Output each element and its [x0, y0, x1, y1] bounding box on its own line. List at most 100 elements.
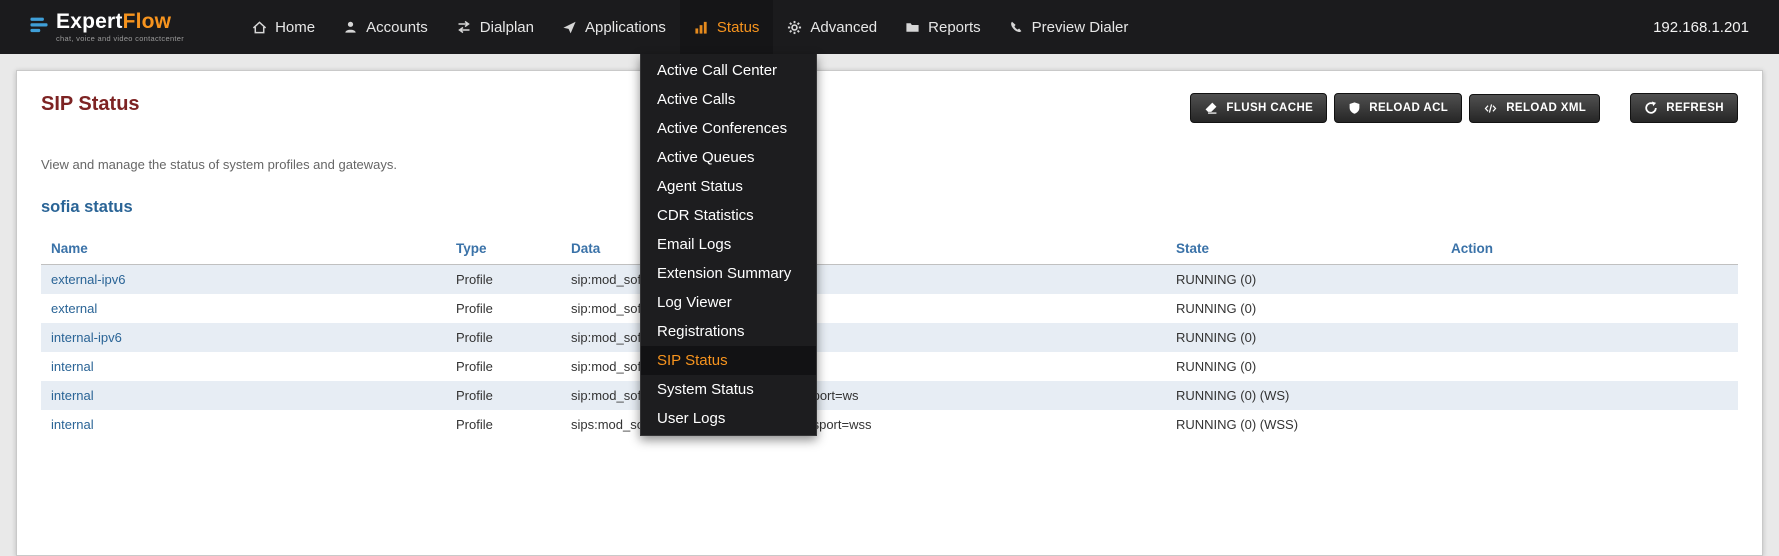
reload-xml-button[interactable]: RELOAD XML — [1469, 94, 1600, 123]
nav-label: Applications — [585, 19, 666, 36]
action-cell — [1441, 352, 1738, 381]
gear-icon — [787, 20, 802, 35]
menu-item-email-logs[interactable]: Email Logs — [641, 230, 816, 259]
menu-item-system-status[interactable]: System Status — [641, 375, 816, 404]
card-header: SIP Status FLUSH CACHE RELOAD ACL RELOAD… — [41, 93, 1738, 123]
section-heading: sofia status — [41, 198, 1738, 217]
table-row: external Profile sip:mod_sofia@192.168.1… — [41, 294, 1738, 323]
nav-label: Status — [717, 19, 760, 36]
action-cell — [1441, 323, 1738, 352]
nav-label: Preview Dialer — [1032, 19, 1129, 36]
name-cell: internal — [41, 410, 446, 439]
logo-wordmark: ExpertFlow — [56, 11, 184, 32]
logo-expert: Expert — [56, 10, 123, 33]
button-label: RELOAD XML — [1506, 102, 1586, 114]
profile-link[interactable]: internal — [51, 359, 94, 374]
header-action: Action — [1441, 233, 1738, 265]
name-cell: internal — [41, 381, 446, 410]
content-card: SIP Status FLUSH CACHE RELOAD ACL RELOAD… — [16, 70, 1763, 556]
profile-link[interactable]: internal-ipv6 — [51, 330, 122, 345]
expertflow-logo[interactable]: ExpertFlow chat, voice and video contact… — [28, 11, 184, 43]
nav-item-status[interactable]: Status — [680, 0, 774, 54]
nav-label: Home — [275, 19, 315, 36]
exchange-icon — [456, 19, 472, 35]
action-cell — [1441, 265, 1738, 295]
type-cell: Profile — [446, 410, 561, 439]
nav-item-dialplan[interactable]: Dialplan — [442, 0, 548, 54]
menu-item-active-conferences[interactable]: Active Conferences — [641, 114, 816, 143]
refresh-button[interactable]: REFRESH — [1630, 93, 1738, 123]
action-cell — [1441, 381, 1738, 410]
folder-icon — [905, 20, 920, 35]
button-label: RELOAD ACL — [1369, 102, 1448, 114]
state-cell: RUNNING (0) — [1166, 352, 1441, 381]
header-name: Name — [41, 233, 446, 265]
menu-item-active-calls[interactable]: Active Calls — [641, 85, 816, 114]
menu-item-active-call-center[interactable]: Active Call Center — [641, 56, 816, 85]
profile-link[interactable]: internal — [51, 417, 94, 432]
logo-bars-icon — [28, 14, 50, 41]
bar-chart-icon — [694, 20, 709, 35]
main-nav: Home Accounts Dialplan Applications Stat… — [238, 0, 1142, 54]
type-cell: Profile — [446, 381, 561, 410]
profile-link[interactable]: external — [51, 301, 97, 316]
server-ip: 192.168.1.201 — [1653, 19, 1749, 36]
flush-cache-button[interactable]: FLUSH CACHE — [1190, 93, 1327, 123]
name-cell: external-ipv6 — [41, 265, 446, 295]
type-cell: Profile — [446, 352, 561, 381]
menu-item-registrations[interactable]: Registrations — [641, 317, 816, 346]
user-icon — [343, 20, 358, 35]
page-description: View and manage the status of system pro… — [41, 157, 1738, 172]
page-title: SIP Status — [41, 93, 140, 116]
profile-link[interactable]: external-ipv6 — [51, 272, 125, 287]
reload-acl-button[interactable]: RELOAD ACL — [1334, 93, 1462, 123]
nav-item-advanced[interactable]: Advanced — [773, 0, 891, 54]
nav-label: Accounts — [366, 19, 428, 36]
menu-item-sip-status[interactable]: SIP Status — [641, 346, 816, 375]
action-cell — [1441, 410, 1738, 439]
state-cell: RUNNING (0) — [1166, 294, 1441, 323]
toolbar: FLUSH CACHE RELOAD ACL RELOAD XML REFRES… — [1190, 93, 1738, 123]
code-icon — [1483, 102, 1498, 115]
table-row: external-ipv6 Profile sip:mod_sofia@[::]… — [41, 265, 1738, 295]
logo-text: ExpertFlow chat, voice and video contact… — [56, 11, 184, 43]
nav-item-preview-dialer[interactable]: Preview Dialer — [995, 0, 1143, 54]
state-cell: RUNNING (0) — [1166, 323, 1441, 352]
menu-item-log-viewer[interactable]: Log Viewer — [641, 288, 816, 317]
nav-item-applications[interactable]: Applications — [548, 0, 680, 54]
home-icon — [252, 20, 267, 35]
action-cell — [1441, 294, 1738, 323]
name-cell: internal-ipv6 — [41, 323, 446, 352]
nav-item-reports[interactable]: Reports — [891, 0, 995, 54]
nav-label: Advanced — [810, 19, 877, 36]
profile-link[interactable]: internal — [51, 388, 94, 403]
nav-label: Dialplan — [480, 19, 534, 36]
state-cell: RUNNING (0) (WSS) — [1166, 410, 1441, 439]
header-state: State — [1166, 233, 1441, 265]
name-cell: external — [41, 294, 446, 323]
nav-item-home[interactable]: Home — [238, 0, 329, 54]
type-cell: Profile — [446, 294, 561, 323]
refresh-icon — [1644, 101, 1658, 115]
menu-item-cdr-statistics[interactable]: CDR Statistics — [641, 201, 816, 230]
nav-label: Reports — [928, 19, 981, 36]
table-row: internal-ipv6 Profile sip:mod_sofia@[::]… — [41, 323, 1738, 352]
eraser-icon — [1204, 101, 1218, 115]
status-dropdown-menu: Active Call Center Active Calls Active C… — [640, 54, 817, 436]
state-cell: RUNNING (0) (WS) — [1166, 381, 1441, 410]
state-cell: RUNNING (0) — [1166, 265, 1441, 295]
menu-item-user-logs[interactable]: User Logs — [641, 404, 816, 433]
menu-item-agent-status[interactable]: Agent Status — [641, 172, 816, 201]
phone-icon — [1009, 20, 1024, 35]
header-type: Type — [446, 233, 561, 265]
sofia-status-table: Name Type Data State Action external-ipv… — [41, 233, 1738, 439]
table-row: internal Profile sip:mod_sofia@192.168.1… — [41, 381, 1738, 410]
table-header-row: Name Type Data State Action — [41, 233, 1738, 265]
type-cell: Profile — [446, 265, 561, 295]
type-cell: Profile — [446, 323, 561, 352]
button-label: REFRESH — [1666, 102, 1724, 114]
name-cell: internal — [41, 352, 446, 381]
nav-item-accounts[interactable]: Accounts — [329, 0, 442, 54]
menu-item-extension-summary[interactable]: Extension Summary — [641, 259, 816, 288]
menu-item-active-queues[interactable]: Active Queues — [641, 143, 816, 172]
